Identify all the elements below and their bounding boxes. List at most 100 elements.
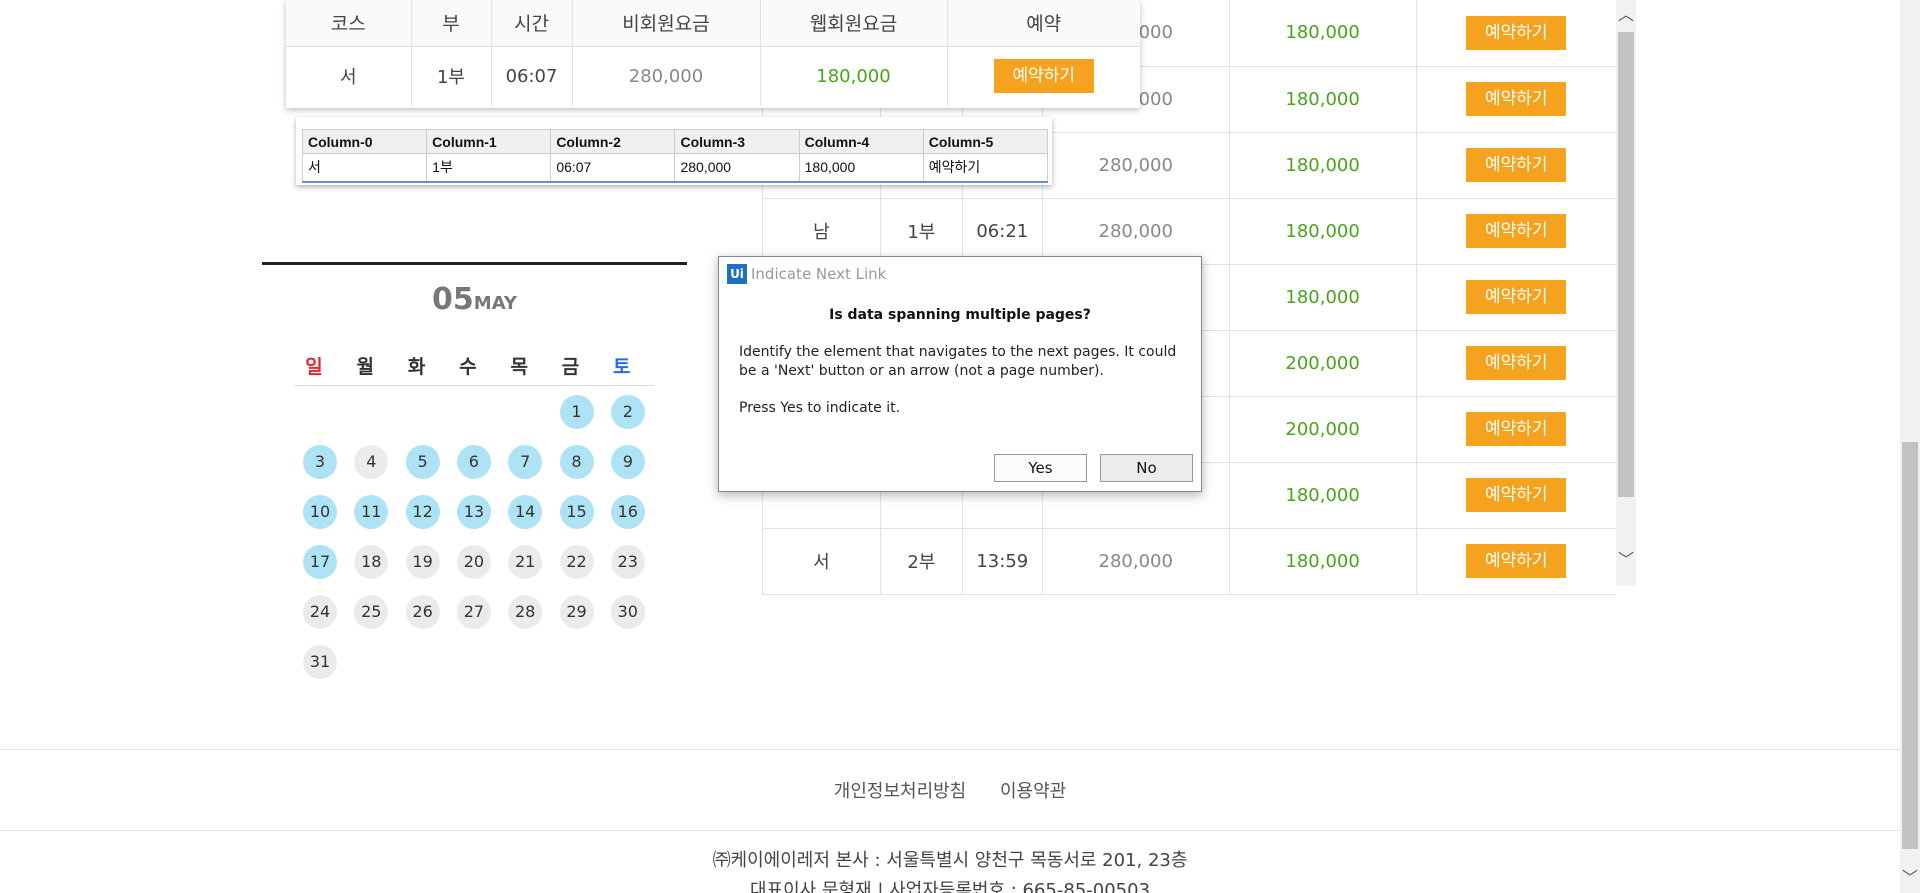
calendar-day: 31 (303, 645, 337, 679)
scroll-up-icon[interactable]: ︿ (1616, 0, 1636, 30)
calendar-day[interactable]: 13 (456, 495, 491, 529)
calendar-day[interactable]: 5 (405, 445, 440, 479)
extraction-preview: Column-0 Column-1 Column-2 Column-3 Column-4… (296, 117, 1052, 185)
cell-member-fee: 180,000 (1229, 198, 1417, 265)
calendar-day: 24 (303, 595, 337, 629)
uipath-logo-icon: Ui (727, 264, 747, 284)
book-button[interactable]: 예약하기 (1466, 478, 1567, 512)
weekday-label: 화 (407, 356, 426, 378)
cell-course: 서 (286, 46, 412, 106)
cell-booking: 예약하기 (1416, 396, 1616, 463)
dialog-title: Indicate Next Link (751, 265, 887, 283)
cell-booking: 예약하기 (1416, 528, 1616, 595)
dialog-heading: Is data spanning multiple pages? (829, 307, 1091, 323)
col-header-member-fee: 웹회원요금 (760, 0, 948, 47)
calendar-day[interactable]: 2 (610, 395, 645, 429)
no-button[interactable]: No (1100, 454, 1193, 482)
calendar-day[interactable]: 9 (610, 445, 645, 479)
footer-divider (0, 830, 1900, 831)
calendar-month-title: 05MAY (262, 282, 687, 317)
weekday-label: 수 (459, 356, 477, 378)
company-registration: 대표이사 문형재 | 사업자등록번호 : 665-85-00503 (749, 880, 1151, 893)
preview-cell: 280,000 (674, 153, 800, 183)
privacy-policy-link[interactable]: 개인정보처리방침 (834, 781, 966, 802)
cell-part: 1부 (879, 198, 963, 265)
cell-member-fee: 180,000 (1229, 462, 1417, 529)
preview-cell: 1부 (426, 153, 552, 183)
col-header-time: 시간 (491, 0, 573, 47)
book-button[interactable]: 예약하기 (1466, 412, 1567, 446)
calendar-day: 23 (610, 545, 645, 579)
cell-member-fee: 180,000 (1229, 132, 1417, 199)
cell-nonmember-fee: 280,000 (572, 46, 761, 106)
calendar-day: 22 (559, 545, 594, 579)
scroll-down-icon[interactable]: ﹀ (1616, 545, 1636, 575)
table-scrollbar[interactable]: ︿ ﹀ (1616, 0, 1636, 586)
cell-member-fee: 200,000 (1229, 396, 1417, 463)
book-button[interactable]: 예약하기 (1466, 148, 1567, 182)
calendar-day[interactable]: 10 (303, 495, 337, 529)
cell-member-fee: 200,000 (1229, 330, 1417, 397)
calendar-day[interactable]: 1 (559, 395, 594, 429)
scrollbar-thumb[interactable] (1618, 32, 1634, 497)
weekday-label: 토 (613, 356, 631, 378)
book-button[interactable]: 예약하기 (1466, 280, 1567, 314)
cell-booking: 예약하기 (1416, 198, 1616, 265)
page-scrollbar-thumb[interactable] (1902, 442, 1918, 849)
book-button[interactable]: 예약하기 (1466, 82, 1567, 116)
cell-time: 06:21 (961, 198, 1043, 265)
preview-column-header: Column-4 (798, 129, 924, 154)
cell-booking: 예약하기 (1416, 0, 1616, 67)
cell-booking: 예약하기 (1416, 66, 1616, 133)
terms-link[interactable]: 이용약관 (1000, 781, 1066, 802)
calendar-day[interactable]: 8 (559, 445, 594, 479)
month-number: 05 (432, 282, 474, 317)
calendar-day[interactable]: 16 (610, 495, 645, 529)
cell-member-fee: 180,000 (760, 46, 948, 106)
cell-member-fee: 180,000 (1229, 528, 1417, 595)
page-scroll-down-icon[interactable]: ﹀ (1900, 863, 1920, 893)
col-header-part: 부 (411, 0, 492, 47)
table-row: 서 1부 06:07 280,000 180,000 예약하기 (286, 46, 1140, 106)
month-name: MAY (473, 293, 517, 314)
cell-member-fee: 180,000 (1229, 0, 1417, 67)
cell-booking: 예약하기 (947, 46, 1140, 106)
calendar-day[interactable]: 3 (303, 445, 337, 479)
book-button[interactable]: 예약하기 (993, 59, 1094, 94)
preview-column-header: Column-2 (550, 129, 676, 154)
cell-booking: 예약하기 (1416, 330, 1616, 397)
calendar-day[interactable]: 14 (508, 495, 543, 529)
cell-part: 2부 (879, 528, 963, 595)
book-button[interactable]: 예약하기 (1466, 214, 1567, 248)
preview-cell: 06:07 (550, 153, 676, 183)
indicate-next-link-dialog: Ui Indicate Next Link Is data spanning mu… (718, 256, 1202, 492)
calendar-day: 4 (354, 445, 389, 479)
preview-column-header: Column-0 (301, 129, 428, 154)
cell-booking: 예약하기 (1416, 462, 1616, 529)
weekday-label: 월 (356, 356, 375, 378)
yes-button[interactable]: Yes (994, 454, 1087, 482)
calendar-day[interactable]: 17 (303, 545, 337, 579)
calendar-day: 21 (508, 545, 543, 579)
book-button[interactable]: 예약하기 (1466, 15, 1567, 50)
cell-nonmember-fee: 280,000 (1042, 132, 1230, 199)
calendar-weekday-header: 일월화수목금토 (294, 352, 654, 386)
page-scrollbar[interactable]: ﹀ (1900, 0, 1920, 893)
calendar-day[interactable]: 6 (456, 445, 491, 479)
calendar-day[interactable]: 7 (508, 445, 543, 479)
calendar-day[interactable]: 11 (354, 495, 389, 529)
calendar-day: 29 (559, 595, 594, 629)
book-button[interactable]: 예약하기 (1466, 544, 1567, 578)
cell-member-fee: 180,000 (1229, 66, 1417, 133)
calendar-day: 25 (354, 595, 389, 629)
calendar-day: 18 (354, 545, 389, 579)
preview-row: 서 1부 06:07 280,000 180,000 예약하기 (301, 153, 1049, 183)
calendar-day[interactable]: 15 (559, 495, 594, 529)
dialog-instruction: Press Yes to indicate it. (739, 400, 901, 416)
cell-nonmember-fee: 280,000 (1042, 528, 1230, 595)
company-address: ㈜케이에이레저 본사 : 서울특별시 양천구 목동서로 201, 23층 (712, 850, 1188, 871)
calendar-day[interactable]: 12 (405, 495, 440, 529)
book-button[interactable]: 예약하기 (1466, 346, 1567, 380)
calendar-day: 26 (405, 595, 440, 629)
weekday-label: 일 (305, 356, 323, 378)
